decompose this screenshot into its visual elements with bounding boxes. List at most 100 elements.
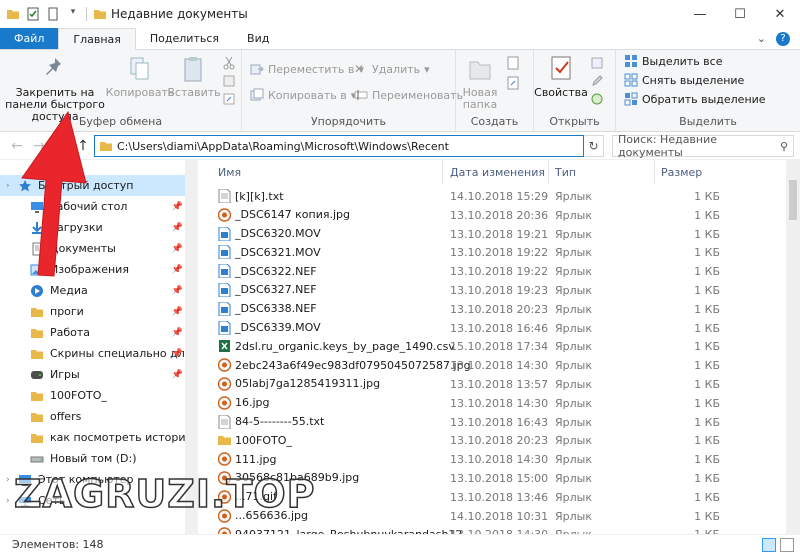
file-row[interactable]: _DSC6322.NEF 13.10.2018 19:22 Ярлык 1 КБ xyxy=(200,262,786,281)
column-size[interactable]: Размер xyxy=(661,166,702,179)
large-icons-view-icon[interactable] xyxy=(780,538,794,552)
nav-item[interactable]: Загрузки 📌 xyxy=(0,217,197,238)
pictures-icon xyxy=(30,264,44,275)
file-row[interactable]: _DSC6338.NEF 13.10.2018 20:23 Ярлык 1 КБ xyxy=(200,300,786,319)
rename-button[interactable]: Переименовать xyxy=(354,88,463,102)
scrollbar-thumb[interactable] xyxy=(789,180,797,220)
file-row[interactable]: _DSC6147 копия.jpg 13.10.2018 20:36 Ярлык 1… xyxy=(200,206,786,225)
copy-button[interactable]: Копировать xyxy=(106,54,174,99)
nav-item[interactable]: Скрины специально для 📌 xyxy=(0,343,197,364)
back-arrow-icon[interactable]: ← xyxy=(6,138,28,154)
nav-item[interactable]: › Быстрый доступ xyxy=(0,175,197,196)
file-list-scrollbar[interactable] xyxy=(786,160,800,534)
select-none-icon xyxy=(624,73,638,87)
history-icon[interactable] xyxy=(590,92,604,106)
file-row[interactable]: 2ebc243a6f49ec983df0795045072587.jpg 13.1… xyxy=(200,356,786,375)
nav-item[interactable]: Работа 📌 xyxy=(0,322,197,343)
file-row[interactable]: ...656636.jpg 14.10.2018 10:31 Ярлык 1 КБ xyxy=(200,507,786,526)
file-row[interactable]: _DSC6320.MOV 13.10.2018 19:21 Ярлык 1 КБ xyxy=(200,225,786,244)
file-row[interactable]: 05labj7ga1285419311.jpg 13.10.2018 13:57 Я… xyxy=(200,375,786,394)
chevron-right-icon[interactable]: › xyxy=(6,475,10,485)
select-all-button[interactable]: Выделить все xyxy=(624,54,722,68)
file-row[interactable]: _DSC6327.NEF 13.10.2018 19:23 Ярлык 1 КБ xyxy=(200,281,786,300)
nav-item[interactable]: 100FOTO_ xyxy=(0,385,197,406)
paste-button[interactable]: Вставить xyxy=(167,54,221,99)
file-row[interactable]: 16.jpg 13.10.2018 14:30 Ярлык 1 КБ xyxy=(200,394,786,413)
search-input[interactable]: Поиск: Недавние документы ⚲ xyxy=(612,133,794,159)
nav-item-label: Изображения xyxy=(50,263,129,276)
help-icon[interactable]: ? xyxy=(776,31,790,46)
organize-group: Переместить в ▾ Копировать в ▾ ✕ Удалить ▾ … xyxy=(242,50,463,131)
chevron-down-icon[interactable]: ⌄ xyxy=(757,32,766,45)
cut-icon[interactable] xyxy=(222,56,236,70)
file-row[interactable]: _DSC6321.MOV 13.10.2018 19:22 Ярлык 1 КБ xyxy=(200,243,786,262)
nav-item[interactable]: › Сеть xyxy=(0,490,197,511)
tab-file[interactable]: Файл xyxy=(0,28,59,49)
media-file-icon xyxy=(218,282,231,297)
file-row[interactable]: 2dsl.ru_organic.keys_by_page_1490.csv 15.… xyxy=(200,337,786,356)
new-item-icon[interactable] xyxy=(506,56,522,70)
nav-scrollbar[interactable] xyxy=(185,160,197,534)
file-size: 1 КБ xyxy=(694,265,720,279)
chevron-right-icon[interactable]: › xyxy=(6,181,10,191)
refresh-button[interactable]: ↻ xyxy=(584,135,604,157)
column-date[interactable]: Дата изменения xyxy=(450,166,545,179)
file-row[interactable]: 94037121_large_Roshubnuykarandash12...13… xyxy=(200,525,786,534)
file-row[interactable]: 30568c81ba689b9.jpg 13.10.2018 15:00 Ярлык… xyxy=(200,469,786,488)
minimize-button[interactable]: — xyxy=(680,0,720,28)
tab-home[interactable]: Главная xyxy=(58,28,136,50)
nav-item[interactable]: Документы 📌 xyxy=(0,238,197,259)
properties-button[interactable]: Свойства xyxy=(534,54,588,99)
maximize-button[interactable]: ☐ xyxy=(720,0,760,28)
chevron-right-icon[interactable]: › xyxy=(6,496,10,506)
chevron-down-icon[interactable]: ▾ xyxy=(66,7,80,21)
nav-item[interactable]: как посмотреть историю на xyxy=(0,427,197,448)
easy-access-icon[interactable] xyxy=(506,76,522,90)
open-icon[interactable] xyxy=(590,56,604,70)
pin-quick-access-button[interactable]: Закрепить на панели быстрого доступа xyxy=(2,54,108,123)
edit-icon[interactable] xyxy=(590,74,604,88)
paste-shortcut-icon[interactable] xyxy=(222,92,236,106)
file-name-cell: 05labj7ga1285419311.jpg xyxy=(218,377,380,391)
tab-share[interactable]: Поделиться xyxy=(136,28,233,49)
file-row[interactable]: 111.jpg 13.10.2018 14:30 Ярлык 1 КБ xyxy=(200,450,786,469)
nav-item-label: Новый том (D:) xyxy=(50,452,137,465)
nav-item[interactable]: Новый том (D:) xyxy=(0,448,197,469)
file-row[interactable]: 84-5--------55.txt 13.10.2018 16:43 Ярлык 1… xyxy=(200,413,786,432)
nav-item[interactable]: проги 📌 xyxy=(0,301,197,322)
nav-item[interactable]: offers xyxy=(0,406,197,427)
new-folder-button[interactable]: Новая папка xyxy=(460,54,500,111)
item-count: Элементов: 148 xyxy=(12,538,104,551)
column-divider[interactable] xyxy=(442,160,443,184)
column-name[interactable]: Имя xyxy=(218,166,241,179)
column-type[interactable]: Тип xyxy=(555,166,576,179)
file-row[interactable]: [k][k].txt 14.10.2018 15:29 Ярлык 1 КБ xyxy=(200,187,786,206)
file-row[interactable]: _DSC6339.MOV 13.10.2018 16:46 Ярлык 1 КБ xyxy=(200,319,786,338)
select-none-button[interactable]: Снять выделение xyxy=(624,73,744,87)
tab-view[interactable]: Вид xyxy=(233,28,283,49)
close-button[interactable]: ✕ xyxy=(760,0,800,28)
copy-path-icon[interactable] xyxy=(222,74,236,88)
column-divider[interactable] xyxy=(654,160,655,184)
move-to-button[interactable]: Переместить в ▾ xyxy=(250,62,364,76)
details-view-icon[interactable] xyxy=(762,538,776,552)
nav-item[interactable]: Рабочий стол 📌 xyxy=(0,196,197,217)
properties-check-icon[interactable] xyxy=(26,7,40,21)
file-row[interactable]: ...71.gif 13.10.2018 13:46 Ярлык 1 КБ xyxy=(200,488,786,507)
copy-to-button[interactable]: Копировать в ▾ xyxy=(250,88,356,102)
file-name-cell: _DSC6147 копия.jpg xyxy=(218,208,350,222)
invert-selection-button[interactable]: Обратить выделение xyxy=(624,92,766,106)
nav-item[interactable]: › Этот компьютер xyxy=(0,469,197,490)
nav-item[interactable]: Медиа 📌 xyxy=(0,280,197,301)
address-bar[interactable]: C:\Users\diami\AppData\Roaming\Microsoft… xyxy=(94,135,584,157)
file-row[interactable]: 100FOTO_ 13.10.2018 20:23 Ярлык 1 КБ xyxy=(200,431,786,450)
column-divider[interactable] xyxy=(548,160,549,184)
new-folder-icon[interactable] xyxy=(46,7,60,21)
delete-button[interactable]: ✕ Удалить ▾ xyxy=(354,62,430,76)
star-icon xyxy=(19,179,31,191)
nav-item[interactable]: Игры 📌 xyxy=(0,364,197,385)
nav-item[interactable]: Изображения 📌 xyxy=(0,259,197,280)
forward-arrow-icon[interactable]: → xyxy=(28,138,50,154)
up-arrow-icon[interactable]: ↑ xyxy=(72,138,94,154)
chevron-down-icon[interactable]: ▾ xyxy=(50,141,72,151)
